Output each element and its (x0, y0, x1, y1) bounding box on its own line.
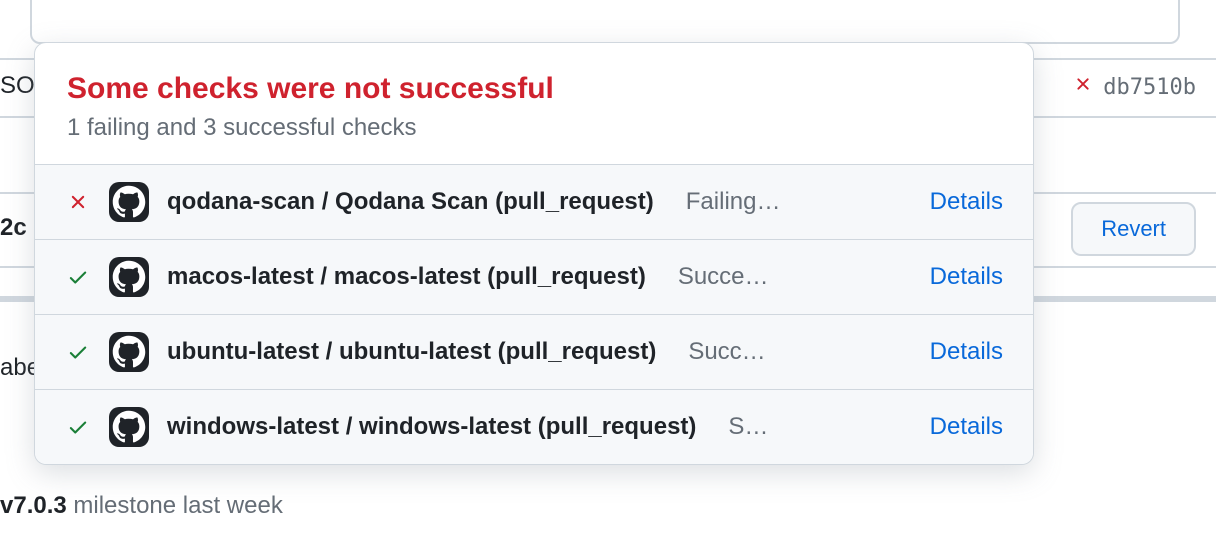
checks-popup: Some checks were not successful 1 failin… (34, 42, 1034, 465)
checks-popup-subtitle: 1 failing and 3 successful checks (67, 114, 1001, 142)
checks-popup-header: Some checks were not successful 1 failin… (35, 43, 1033, 165)
details-link[interactable]: Details (930, 263, 1003, 291)
github-actions-avatar (109, 257, 149, 297)
check-row: windows-latest / windows-latest (pull_re… (35, 390, 1033, 464)
check-row: qodana-scan / Qodana Scan (pull_request)… (35, 165, 1033, 240)
check-name[interactable]: ubuntu-latest / ubuntu-latest (pull_requ… (167, 338, 656, 366)
milestone-event: v7.0.3 milestone last week (0, 492, 283, 520)
bg-row2-text-frag: 2c (0, 214, 27, 242)
check-row: ubuntu-latest / ubuntu-latest (pull_requ… (35, 315, 1033, 390)
check-icon (65, 339, 91, 365)
milestone-text: milestone last week (67, 492, 283, 519)
github-actions-avatar (109, 407, 149, 447)
github-actions-avatar (109, 182, 149, 222)
check-name[interactable]: qodana-scan / Qodana Scan (pull_request) (167, 188, 654, 216)
bg-content-box (30, 0, 1180, 44)
details-link[interactable]: Details (930, 413, 1003, 441)
checks-list: qodana-scan / Qodana Scan (pull_request)… (35, 165, 1033, 464)
x-icon (65, 189, 91, 215)
check-status-text: Failing… (686, 188, 892, 216)
details-link[interactable]: Details (930, 338, 1003, 366)
commit-hash: db7510b (1103, 75, 1196, 100)
github-actions-avatar (109, 332, 149, 372)
check-name[interactable]: macos-latest / macos-latest (pull_reques… (167, 263, 646, 291)
commit-status-link[interactable]: db7510b (1073, 74, 1196, 100)
check-icon (65, 414, 91, 440)
check-row: macos-latest / macos-latest (pull_reques… (35, 240, 1033, 315)
revert-button[interactable]: Revert (1071, 202, 1196, 256)
details-link[interactable]: Details (930, 188, 1003, 216)
check-status-text: Succ… (688, 338, 891, 366)
check-icon (65, 264, 91, 290)
milestone-version: v7.0.3 (0, 492, 67, 519)
x-icon (1073, 74, 1093, 100)
checks-popup-title: Some checks were not successful (67, 69, 1001, 108)
check-status-text: S… (728, 413, 891, 441)
check-status-text: Succe… (678, 263, 892, 291)
check-name[interactable]: windows-latest / windows-latest (pull_re… (167, 413, 696, 441)
